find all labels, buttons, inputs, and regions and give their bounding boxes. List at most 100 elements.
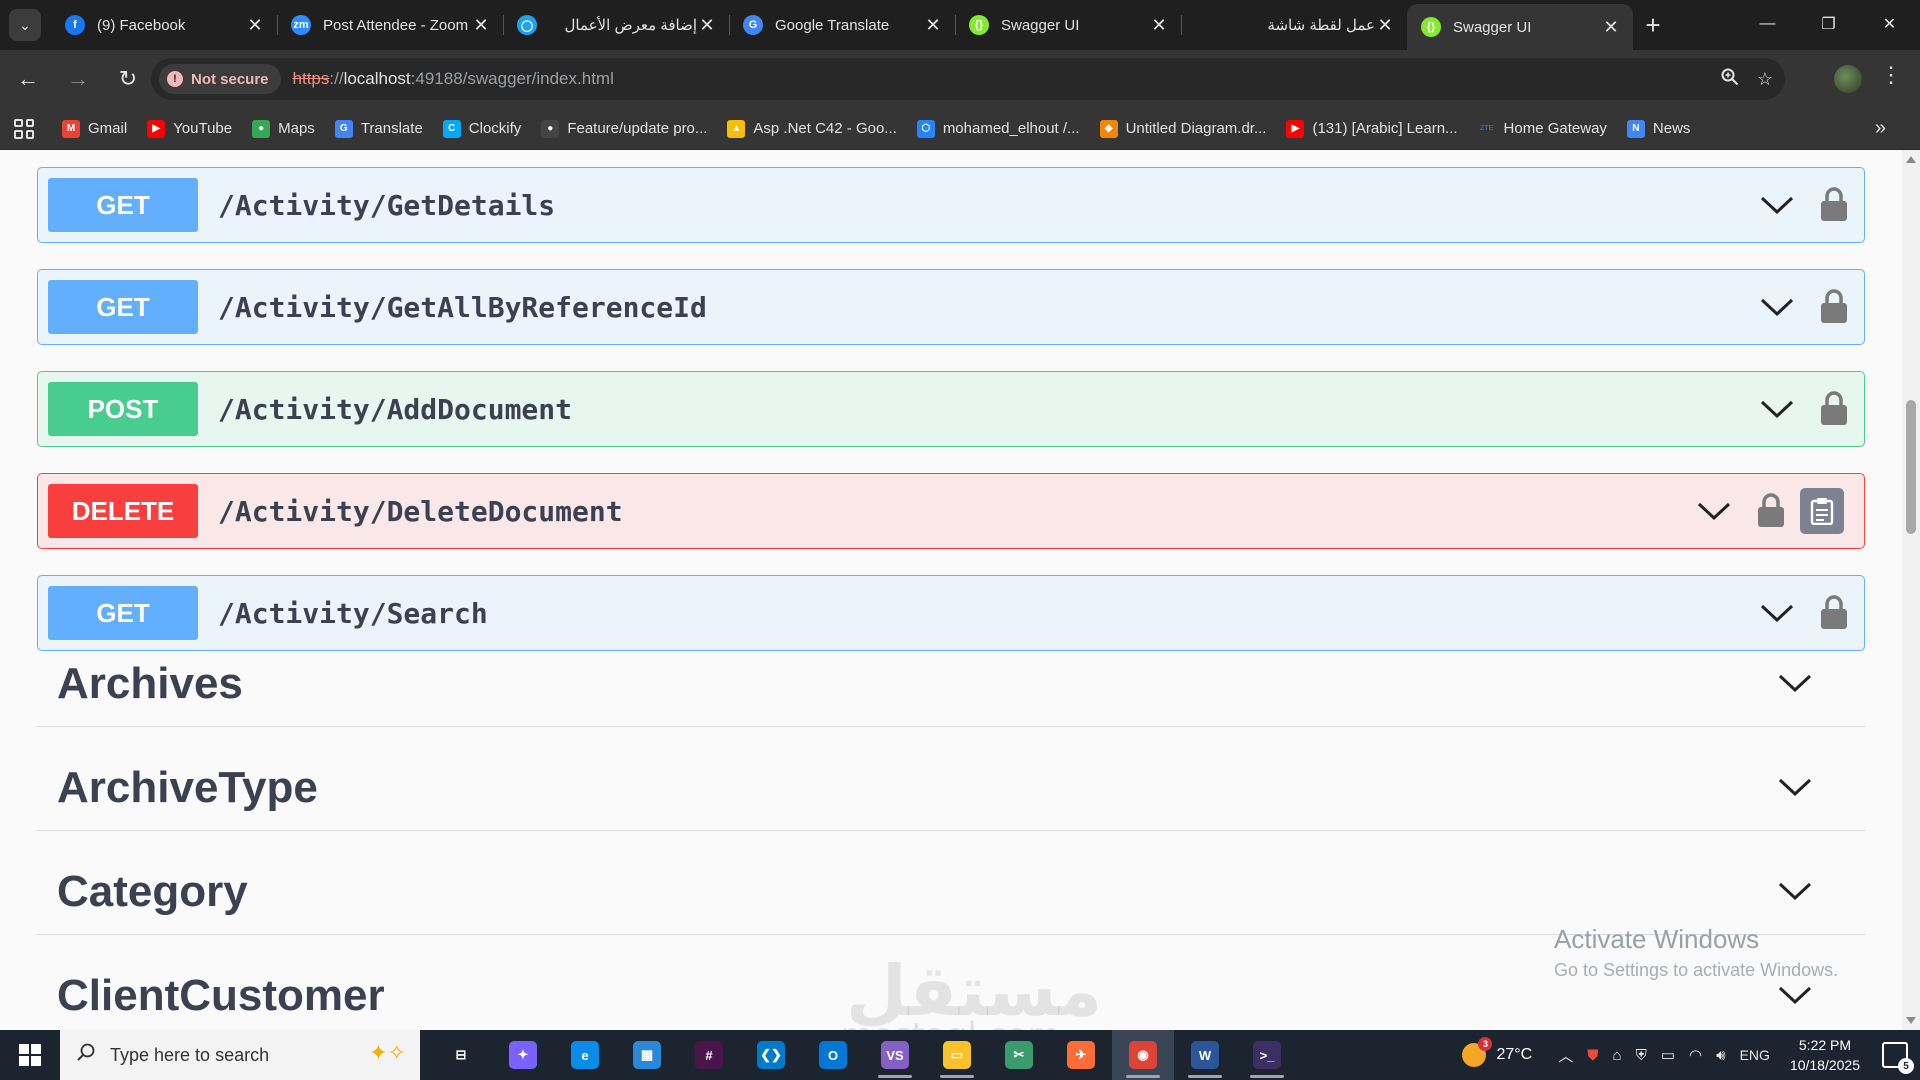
bookmark-item[interactable]: C Clockify (442, 119, 521, 138)
bookmark-item[interactable]: N News (1626, 119, 1690, 138)
bookmark-item[interactable]: ⬡ mohamed_elhout /... (916, 119, 1080, 138)
url-text[interactable]: https://localhost:49188/swagger/index.ht… (293, 69, 614, 89)
tag-section[interactable]: ArchiveType (37, 727, 1865, 831)
bookmark-item[interactable]: ● Maps (252, 119, 315, 138)
chevron-down-icon[interactable] (1778, 881, 1812, 901)
browser-tab[interactable]: {} Swagger UI ✕ (955, 0, 1181, 50)
operation-post[interactable]: POST/Activity/AddDocument (37, 371, 1865, 447)
tab-close-icon[interactable]: ✕ (1375, 15, 1395, 36)
chevron-down-icon[interactable] (1778, 777, 1812, 797)
tab-close-icon[interactable]: ✕ (245, 15, 265, 36)
arrow-right-icon: → (67, 66, 89, 91)
taskbar-app-button[interactable]: # (678, 1030, 740, 1080)
browser-tab[interactable]: f (9) Facebook ✕ (51, 0, 277, 50)
scrollbar-thumb[interactable] (1906, 400, 1916, 534)
bookmark-item[interactable]: ● Feature/update pro... (541, 119, 707, 138)
start-button[interactable] (0, 1030, 60, 1080)
scroll-up-icon[interactable] (1906, 156, 1916, 163)
defender-icon[interactable]: ⛨ (1636, 1047, 1647, 1064)
taskbar-app-button[interactable]: ▦ (616, 1030, 678, 1080)
notifications-icon[interactable]: 5 (1882, 1042, 1914, 1074)
browser-tab[interactable]: G Google Translate ✕ (729, 0, 955, 50)
tab-title: (9) Facebook (97, 16, 186, 34)
tab-close-icon[interactable]: ✕ (1601, 17, 1621, 38)
taskbar-app-button[interactable]: VS (864, 1030, 926, 1080)
browser-tab[interactable]: zm Post Attendee - Zoom ✕ (277, 0, 503, 50)
bookmark-item[interactable]: ◆ Untitled Diagram.dr... (1099, 119, 1266, 138)
taskbar-app-button[interactable]: ⊟ (430, 1030, 492, 1080)
bookmark-label: mohamed_elhout /... (942, 120, 1080, 137)
close-window-icon[interactable]: ✕ (1859, 0, 1920, 48)
taskbar-app-button[interactable]: ◉ (1112, 1030, 1174, 1080)
battery-icon[interactable]: ▭ (1661, 1046, 1675, 1064)
zoom-icon[interactable] (1721, 68, 1739, 91)
tab-close-icon[interactable]: ✕ (1149, 15, 1169, 36)
lock-icon[interactable] (1757, 492, 1785, 528)
taskbar-search-box[interactable]: Type here to search ✦✧ (60, 1030, 420, 1080)
weather-widget[interactable]: 3 27°C (1462, 1037, 1532, 1067)
taskbar-app-button[interactable]: O (802, 1030, 864, 1080)
chevron-up-icon[interactable]: ︿ (1558, 1045, 1573, 1066)
taskbar-app-button[interactable]: e (554, 1030, 616, 1080)
operation-get[interactable]: GET/Activity/GetDetails (37, 167, 1865, 243)
shield-icon[interactable]: ⛊ (1587, 1047, 1598, 1064)
taskbar-app-button[interactable]: ✦ (492, 1030, 554, 1080)
new-tab-button[interactable]: + (1633, 0, 1673, 50)
lock-icon[interactable] (1820, 288, 1848, 324)
restore-icon[interactable]: ❐ (1798, 0, 1859, 48)
chrome-icon: ◉ (1129, 1041, 1157, 1069)
back-button[interactable]: ← (6, 57, 50, 101)
site-security-chip[interactable]: ! Not secure (159, 64, 281, 94)
taskbar-app-button[interactable]: W (1174, 1030, 1236, 1080)
chevron-down-icon[interactable] (1778, 985, 1812, 1005)
taskbar-app-button[interactable]: ✂ (988, 1030, 1050, 1080)
lock-icon[interactable] (1820, 186, 1848, 222)
bookmark-item[interactable]: ▶ YouTube (147, 119, 232, 138)
tab-close-icon[interactable]: ✕ (697, 15, 717, 36)
chevron-down-icon[interactable] (1778, 673, 1812, 693)
tag-section[interactable]: Archives (37, 623, 1865, 727)
lock-icon[interactable] (1820, 390, 1848, 426)
tag-section[interactable]: Category (37, 831, 1865, 935)
browser-tab[interactable]: عمل لقطة شاشة ✕ (1181, 0, 1407, 50)
language-indicator[interactable]: ENG (1740, 1047, 1770, 1063)
operation-delete[interactable]: DELETE/Activity/DeleteDocument (37, 473, 1865, 549)
taskbar-app-button[interactable]: ❮❯ (740, 1030, 802, 1080)
chevron-down-icon[interactable] (1760, 297, 1794, 317)
more-bookmarks-icon[interactable]: » (1875, 117, 1886, 140)
chevron-down-icon[interactable] (1760, 399, 1794, 419)
page-scrollbar[interactable] (1902, 150, 1920, 1030)
chevron-down-icon[interactable] (1760, 603, 1794, 623)
forward-button[interactable]: → (56, 57, 100, 101)
arrow-left-icon: ← (17, 66, 39, 91)
bookmark-star-icon[interactable]: ☆ (1757, 69, 1773, 90)
copy-to-clipboard-button[interactable] (1800, 488, 1844, 534)
taskbar-app-button[interactable]: ▭ (926, 1030, 988, 1080)
minimize-icon[interactable]: — (1737, 0, 1798, 48)
browser-menu-icon[interactable]: ⋮ (1880, 62, 1902, 88)
taskbar-app-button[interactable]: >_ (1236, 1030, 1298, 1080)
bookmark-item[interactable]: ▶ (131) [Arabic] Learn... (1286, 119, 1458, 138)
volume-icon[interactable]: 🔊︎ (1716, 1047, 1725, 1064)
scroll-down-icon[interactable] (1906, 1017, 1916, 1024)
browser-tab[interactable]: {} Swagger UI ✕ (1407, 4, 1633, 50)
operation-get[interactable]: GET/Activity/GetAllByReferenceId (37, 269, 1865, 345)
bookmark-item[interactable]: M Gmail (62, 119, 127, 138)
chevron-down-icon[interactable] (1697, 501, 1731, 521)
apps-grid-icon[interactable] (14, 118, 34, 139)
browser-tab[interactable]: ◯ إضافة معرض الأعمال ✕ (503, 0, 729, 50)
bookmark-item[interactable]: ZTE Home Gateway (1478, 120, 1607, 138)
reload-button[interactable]: ↻ (106, 57, 150, 101)
bookmark-item[interactable]: G Translate (334, 119, 423, 138)
tab-close-icon[interactable]: ✕ (471, 15, 491, 36)
tab-close-icon[interactable]: ✕ (923, 15, 943, 36)
taskbar-clock[interactable]: 5:22 PM 10/18/2025 (1790, 1035, 1860, 1075)
chevron-down-icon[interactable] (1760, 195, 1794, 215)
taskbar-app-button[interactable]: ✈ (1050, 1030, 1112, 1080)
bookmark-item[interactable]: ▲ Asp .Net C42 - Goo... (727, 119, 897, 138)
profile-avatar[interactable] (1834, 65, 1862, 93)
tab-search-button[interactable]: ⌄ (9, 9, 41, 41)
wifi-icon[interactable]: ◠ (1689, 1046, 1702, 1064)
usb-device-icon[interactable]: ⌂ (1613, 1047, 1622, 1064)
address-bar[interactable]: ! Not secure https://localhost:49188/swa… (151, 58, 1785, 100)
